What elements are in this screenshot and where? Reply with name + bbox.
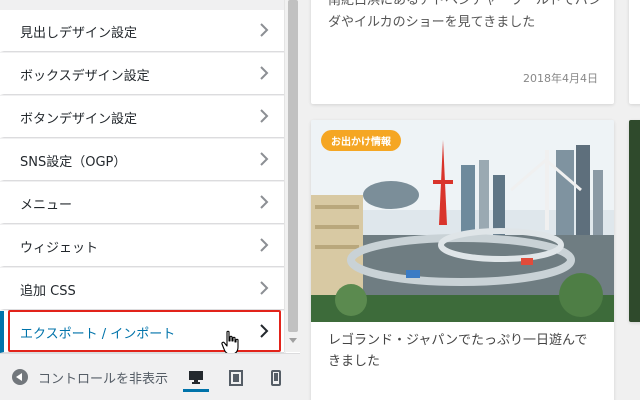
site-preview: 南紀白浜にあるアドベンチャーワールドでパンダやイルカのショーを見てきました 20… (300, 0, 640, 400)
category-badge: お出かけ情報 (321, 130, 401, 151)
scrollbar-thumb[interactable] (288, 0, 298, 332)
article-date: 2018年4月4日 (523, 72, 598, 85)
menu-item-additional-css[interactable]: 追加 CSS (0, 268, 284, 310)
chevron-right-icon (260, 195, 269, 209)
article-card[interactable]: お出かけ情報 レゴランド・ジャパンでたっぷり一日遊んできました (311, 120, 614, 400)
chevron-right-icon (260, 66, 269, 80)
menu-item-label: 見出しデザイン設定 (20, 26, 138, 41)
mobile-icon (271, 370, 281, 386)
customizer-panel: 見出しデザイン設定 ボックスデザイン設定 ボタンデザイン設定 SNS設定（OGP… (0, 0, 286, 400)
desktop-icon (189, 371, 203, 384)
collapse-controls-button[interactable]: コントロールを非表示 (12, 367, 168, 387)
menu-item-button-design[interactable]: ボタンデザイン設定 (0, 96, 284, 138)
collapse-arrow-icon (12, 369, 28, 385)
chevron-right-icon (260, 238, 269, 252)
sidebar-scrollbar[interactable] (284, 0, 300, 352)
chevron-right-icon (260, 152, 269, 166)
tablet-preview-button[interactable] (224, 364, 250, 392)
article-card[interactable]: 南紀白浜にあるアドベンチャーワールドでパンダやイルカのショーを見てきました 20… (311, 0, 614, 104)
menu-item-box-design[interactable]: ボックスデザイン設定 (0, 53, 284, 95)
article-thumbnail[interactable]: お出かけ情報 (311, 120, 614, 322)
article-thumbnail[interactable] (629, 120, 640, 322)
collapse-controls-label: コントロールを非表示 (38, 371, 169, 387)
tablet-icon (229, 370, 243, 386)
article-title: レゴランド・ジャパンでたっぷり一日遊んできました (328, 333, 588, 369)
menu-item-label: ボタンデザイン設定 (20, 112, 138, 127)
menu-item-sns-ogp[interactable]: SNS設定（OGP） (0, 139, 284, 181)
menu-item-label: SNS設定（OGP） (20, 155, 127, 170)
menu-item-label: 追加 CSS (20, 284, 76, 299)
mobile-preview-button[interactable] (266, 364, 292, 392)
menu-item-label: ボックスデザイン設定 (20, 69, 150, 84)
scroll-down-arrow-icon[interactable] (289, 338, 297, 343)
menu-item-export-import[interactable]: エクスポート / インポート (0, 311, 284, 353)
menu-item-label: エクスポート / インポート (20, 327, 176, 342)
article-card[interactable] (629, 0, 640, 104)
chevron-right-icon (260, 23, 269, 37)
chevron-right-icon (260, 324, 269, 338)
menu-item-menus[interactable]: メニュー (0, 182, 284, 224)
menu-item-label: メニュー (20, 198, 73, 213)
chevron-right-icon (260, 109, 269, 123)
customizer-footer: コントロールを非表示 (0, 353, 300, 400)
menu-item-widgets[interactable]: ウィジェット (0, 225, 284, 267)
desktop-preview-button[interactable] (183, 364, 209, 392)
chevron-right-icon (260, 281, 269, 295)
menu-item-heading-design[interactable]: 見出しデザイン設定 (0, 10, 284, 52)
menu-item-label: ウィジェット (20, 241, 99, 256)
article-excerpt: 南紀白浜にあるアドベンチャーワールドでパンダやイルカのショーを見てきました (328, 0, 602, 30)
